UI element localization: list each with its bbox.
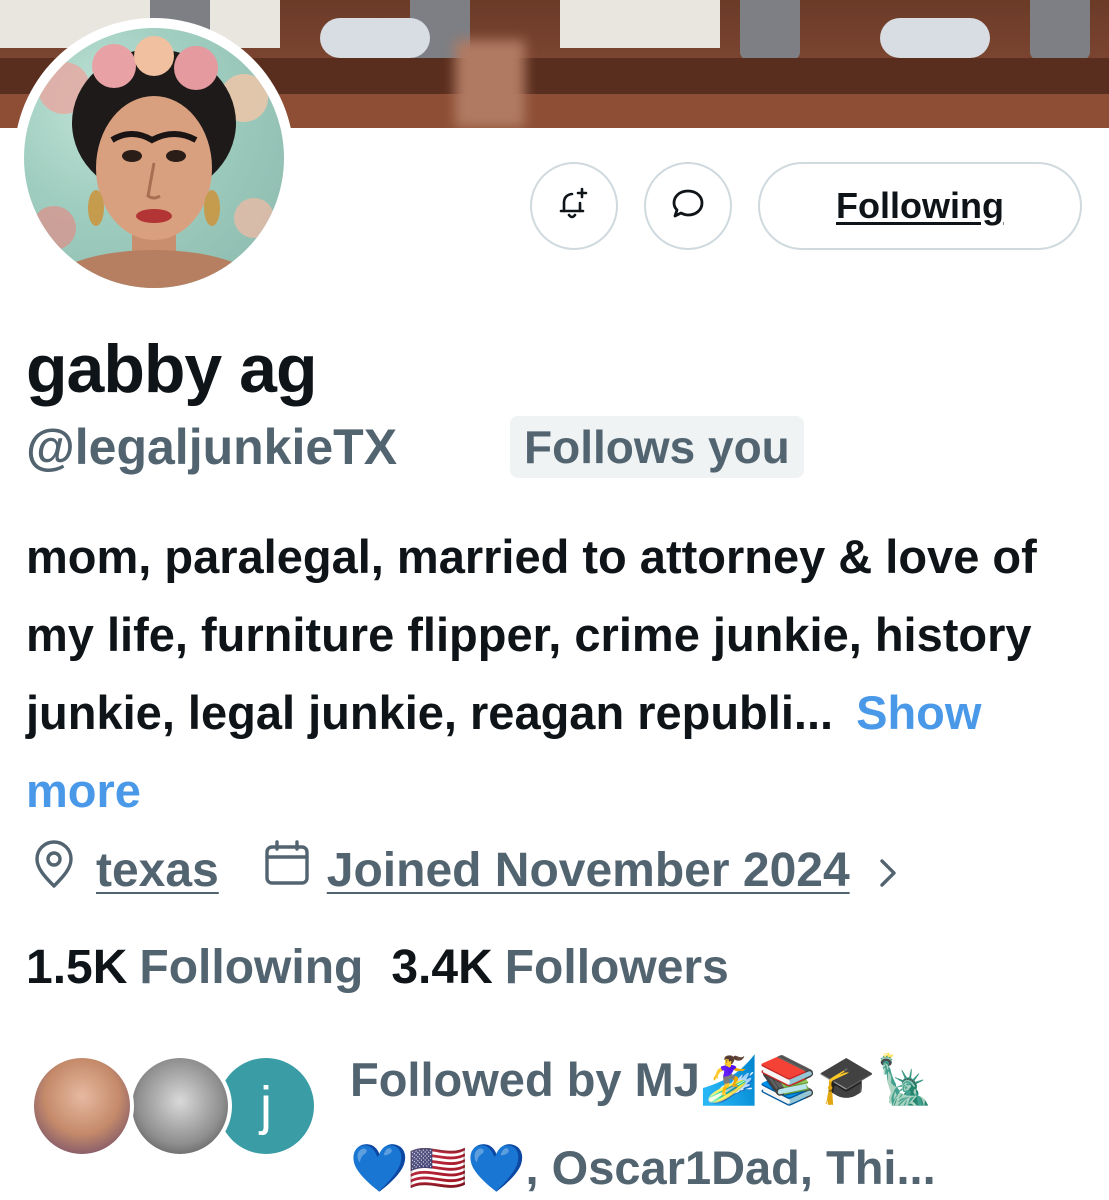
bell-plus-icon bbox=[554, 184, 594, 229]
banner-detail bbox=[740, 0, 800, 60]
followers-count[interactable]: 3.4K bbox=[391, 940, 492, 995]
banner-detail bbox=[320, 18, 430, 58]
avatar-portrait bbox=[32, 36, 274, 288]
avatar-image bbox=[24, 28, 284, 288]
calendar-icon bbox=[259, 836, 315, 904]
location-pin-icon bbox=[26, 836, 82, 904]
avatar-letter: j bbox=[260, 1076, 272, 1136]
message-button[interactable] bbox=[644, 162, 732, 250]
message-icon bbox=[668, 184, 708, 229]
profile-meta: texas Joined November 2024 bbox=[26, 838, 902, 902]
follow-counts: 1.5K Following 3.4K Followers bbox=[26, 940, 729, 995]
user-handle: @legaljunkieTX bbox=[26, 419, 398, 475]
follows-you-badge: Follows you bbox=[510, 416, 804, 478]
following-button[interactable]: Following bbox=[758, 162, 1082, 250]
profile-bio: mom, paralegal, married to attorney & lo… bbox=[26, 518, 1096, 830]
followers-count-label[interactable]: Followers bbox=[505, 940, 729, 995]
profile-avatar[interactable] bbox=[14, 18, 294, 298]
follower-avatar[interactable] bbox=[30, 1054, 134, 1158]
followed-by-line: 💙🇺🇸💙, Oscar1Dad, Thi... bbox=[350, 1141, 936, 1194]
following-count[interactable]: 1.5K bbox=[26, 940, 127, 995]
joined-date-link[interactable]: Joined November 2024 bbox=[327, 843, 850, 898]
followed-by-text[interactable]: Followed by MJ🏄‍♀️📚🎓🗽 💙🇺🇸💙, Oscar1Dad, T… bbox=[350, 1036, 1090, 1200]
banner-detail bbox=[880, 18, 990, 58]
banner-detail bbox=[455, 40, 525, 128]
follower-avatar[interactable] bbox=[128, 1054, 232, 1158]
following-count-label[interactable]: Following bbox=[139, 940, 363, 995]
followed-by-line: Followed by MJ🏄‍♀️📚🎓🗽 bbox=[350, 1053, 934, 1106]
chevron-right-icon[interactable] bbox=[872, 850, 902, 890]
display-name: gabby ag bbox=[26, 331, 317, 407]
banner-detail bbox=[560, 0, 720, 48]
banner-detail bbox=[1030, 0, 1090, 60]
notifications-button[interactable] bbox=[530, 162, 618, 250]
location-link[interactable]: texas bbox=[96, 843, 219, 898]
